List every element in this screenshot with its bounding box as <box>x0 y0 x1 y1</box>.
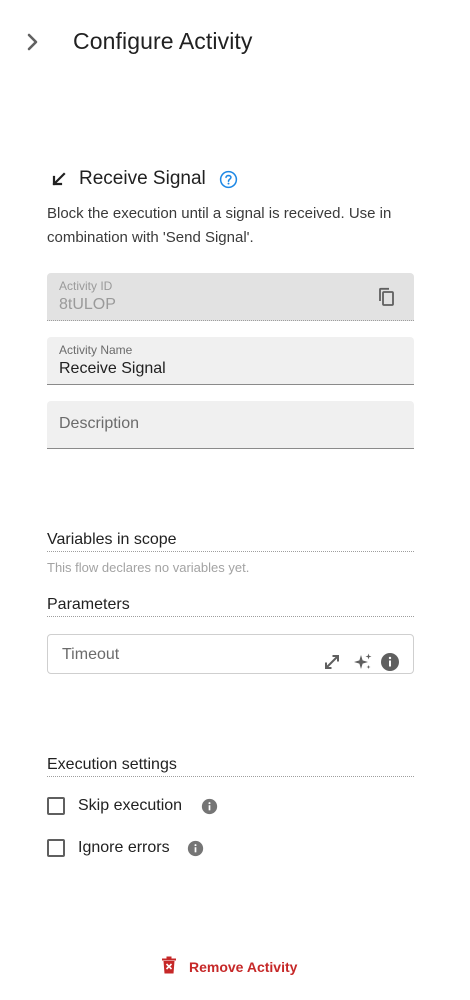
description-field[interactable]: Description <box>47 401 414 449</box>
sparkle-icon[interactable] <box>352 651 374 673</box>
timeout-placeholder: Timeout <box>62 646 120 663</box>
help-circle-icon[interactable] <box>219 169 239 189</box>
activity-description: Block the execution until a signal is re… <box>47 205 392 246</box>
activity-title: Receive Signal <box>79 168 206 189</box>
header: Configure Activity <box>0 0 470 86</box>
info-icon[interactable] <box>200 797 218 815</box>
arrow-down-left-icon <box>47 167 71 191</box>
variables-empty-text: This flow declares no variables yet. <box>47 560 250 575</box>
execution-section-title: Execution settings <box>47 756 414 777</box>
activity-id-value: 8tULOP <box>59 296 116 313</box>
skip-execution-checkbox[interactable] <box>47 797 65 815</box>
activity-header: Receive Signal <box>47 166 414 192</box>
skip-execution-option[interactable]: Skip execution <box>47 794 218 818</box>
ignore-errors-option[interactable]: Ignore errors <box>47 836 205 860</box>
trash-icon <box>161 956 177 979</box>
page-title: Configure Activity <box>73 28 253 54</box>
ignore-errors-checkbox[interactable] <box>47 839 65 857</box>
parameters-section-title: Parameters <box>47 596 414 617</box>
timeout-field[interactable]: Timeout <box>47 634 414 674</box>
activity-name-field[interactable]: Activity Name Receive Signal <box>47 337 414 385</box>
skip-execution-label[interactable]: Skip execution <box>78 797 182 815</box>
info-icon[interactable] <box>187 839 205 857</box>
chevron-right-icon[interactable] <box>20 28 46 56</box>
copy-icon[interactable] <box>376 286 398 308</box>
variables-section-title: Variables in scope <box>47 531 414 552</box>
activity-name-value[interactable]: Receive Signal <box>59 360 166 378</box>
remove-activity-label: Remove Activity <box>189 959 298 975</box>
info-icon[interactable] <box>379 651 401 673</box>
description-placeholder: Description <box>59 415 140 432</box>
ignore-errors-label[interactable]: Ignore errors <box>78 839 170 857</box>
remove-activity-button[interactable]: Remove Activity <box>161 955 297 979</box>
activity-id-field[interactable]: Activity ID 8tULOP <box>47 273 414 321</box>
expand-icon[interactable] <box>321 651 343 673</box>
activity-name-label: Activity Name <box>59 343 133 357</box>
activity-id-label: Activity ID <box>59 279 113 293</box>
